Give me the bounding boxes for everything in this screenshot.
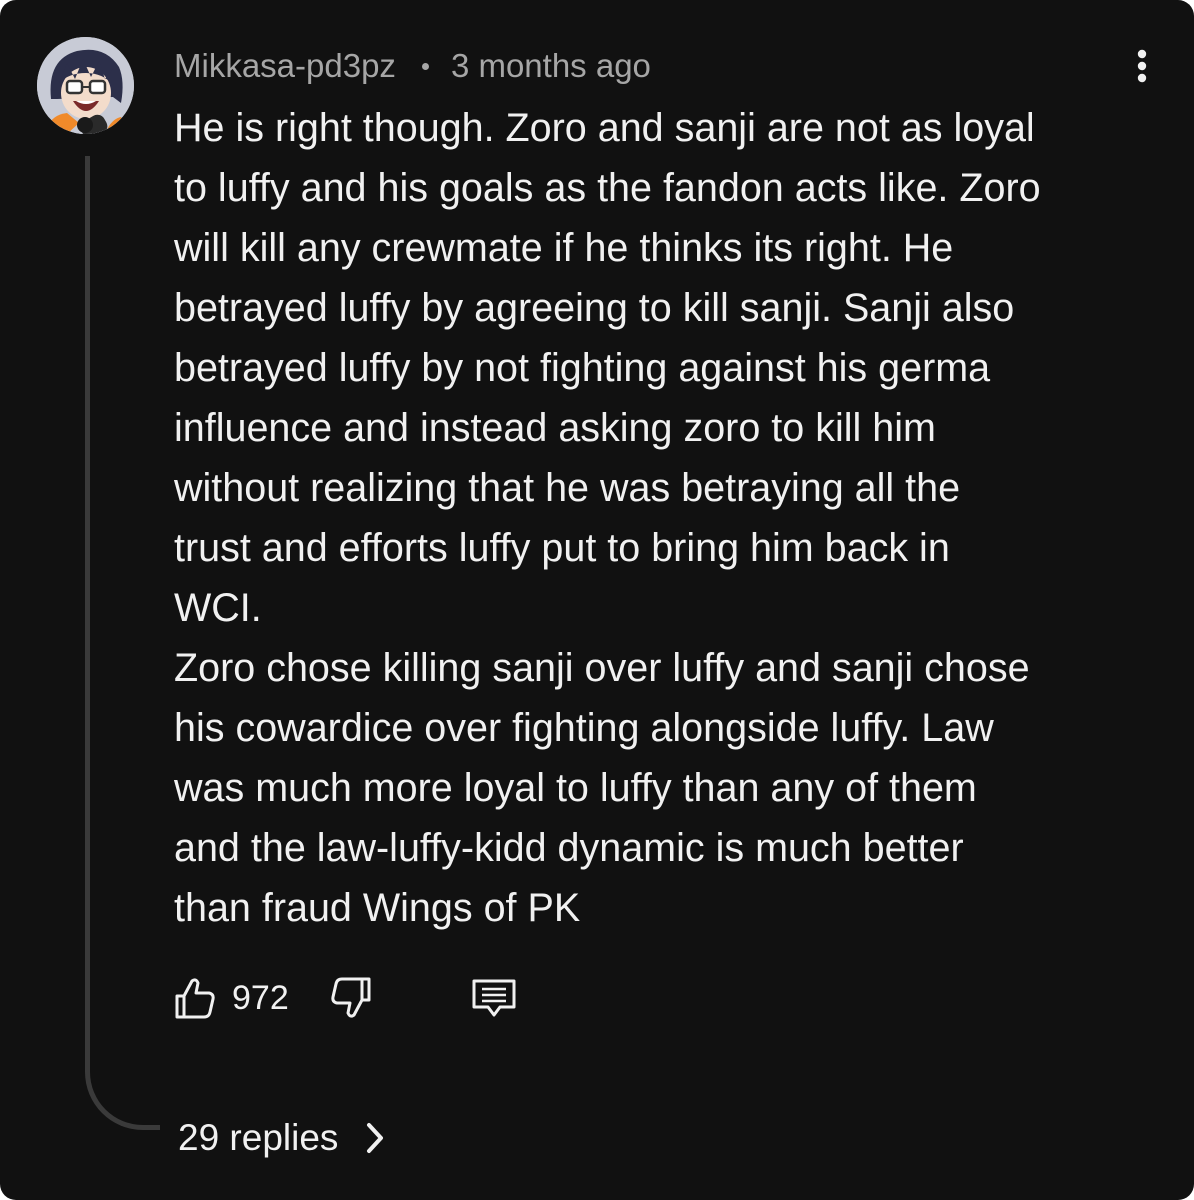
comment-text-line: betrayed luffy by not fighting against h… [174,346,991,390]
thumbs-up-icon [175,978,215,1019]
like-count: 972 [232,979,289,1017]
separator-dot [421,62,429,70]
comment-timestamp[interactable]: 3 months ago [451,47,651,85]
author-name[interactable]: Mikkasa-pd3pz [174,47,396,85]
reply-thread-line [85,156,160,1130]
comment-text-line: to luffy and his goals as the fandon act… [174,166,1041,210]
comment-text-line: trust and efforts luffy put to bring him… [174,526,950,570]
comment-text-line: He is right though. Zoro and sanji are n… [174,106,1035,150]
more-vertical-icon [1137,49,1147,83]
comment-text-line: without realizing that he was betraying … [174,466,961,510]
dislike-button[interactable] [328,970,374,1026]
avatar[interactable] [37,37,134,134]
comment-text-line: Zoro chose killing sanji over luffy and … [174,646,1030,690]
reply-button[interactable] [470,970,518,1026]
view-replies-button[interactable]: 29 replies [178,1112,386,1164]
replies-count-label: 29 replies [178,1117,339,1158]
reply-comment-icon [472,979,516,1017]
comment-card: Mikkasa-pd3pz 3 months ago He is right t… [0,0,1194,1200]
more-options-button[interactable] [1120,44,1164,88]
comment-text-line: betrayed luffy by agreeing to kill sanji… [174,286,1015,330]
comment-text-line: his cowardice over fighting alongside lu… [174,706,994,750]
comment-text-line: was much more loyal to luffy than any of… [174,766,977,810]
comment-text-line: will kill any crewmate if he thinks its … [174,226,954,270]
comment-text-line: influence and instead asking zoro to kil… [174,406,936,450]
thumbs-down-icon [331,977,371,1018]
comment-header: Mikkasa-pd3pz 3 months ago [174,44,651,88]
comment-text-line: WCI. [174,586,262,630]
comment-text: He is right though. Zoro and sanji are n… [174,98,1134,938]
comment-text-line: than fraud Wings of PK [174,886,581,930]
comment-text-line: and the law-luffy-kidd dynamic is much b… [174,826,964,870]
chevron-right-icon [367,1123,384,1153]
like-button[interactable] [172,970,218,1026]
